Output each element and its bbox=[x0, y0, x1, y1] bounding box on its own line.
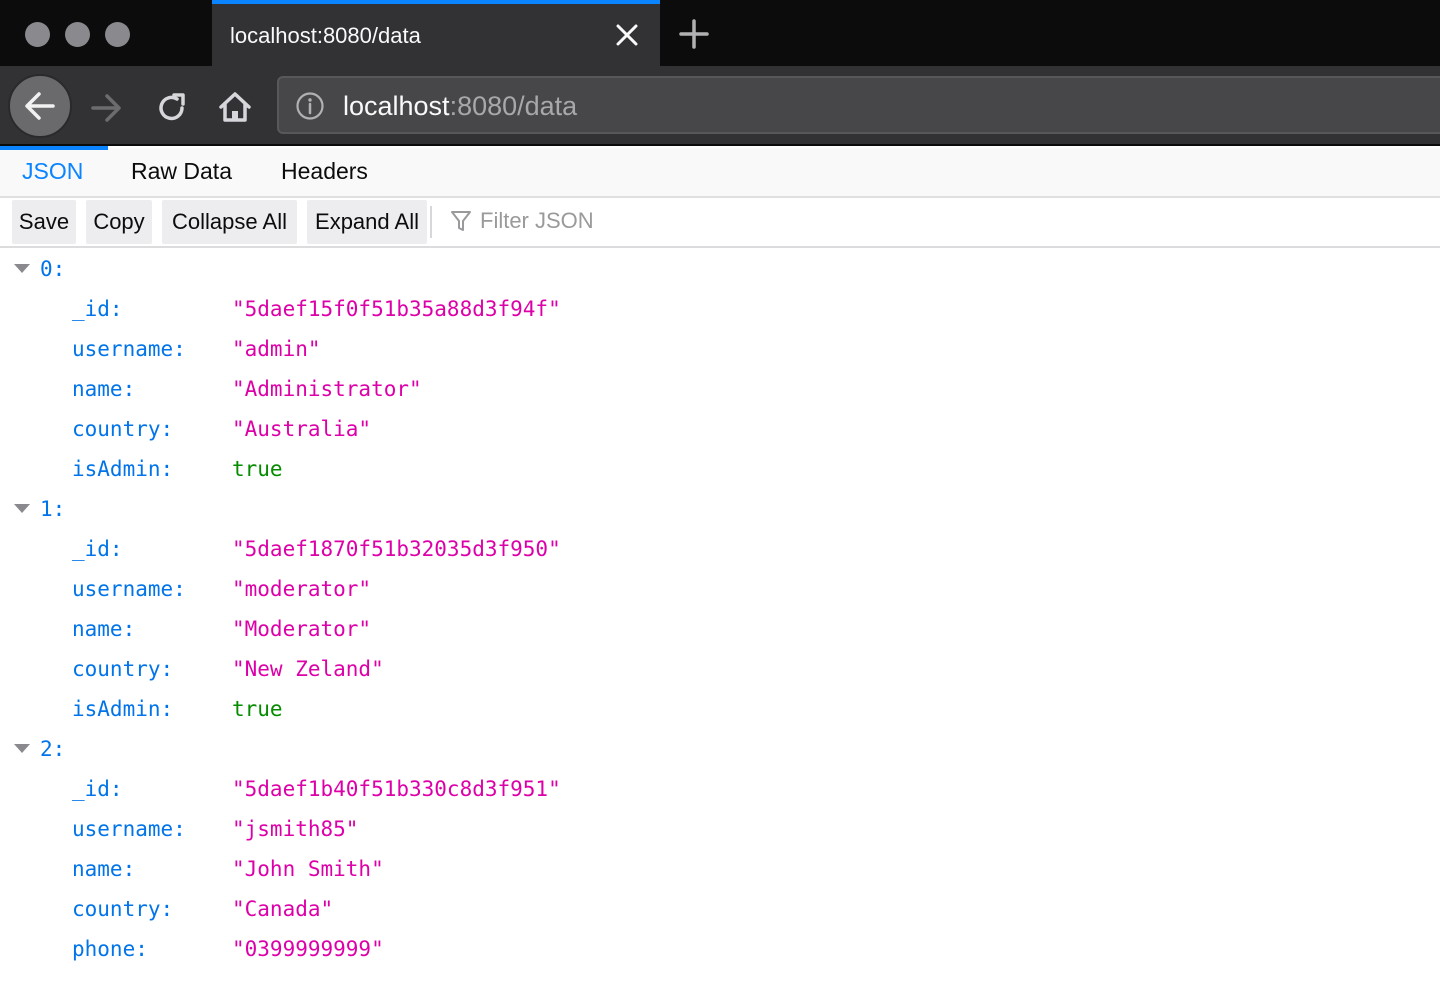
copy-button[interactable]: Copy bbox=[86, 200, 152, 244]
json-field-row: username: "moderator" bbox=[0, 568, 1440, 608]
json-field-row: _id: "5daef1870f51b32035d3f950" bbox=[0, 528, 1440, 568]
tab-title: localhost:8080/data bbox=[230, 23, 421, 48]
field-value: "admin" bbox=[232, 337, 321, 361]
json-field-row: isAdmin: true bbox=[0, 688, 1440, 728]
new-tab-icon[interactable] bbox=[678, 18, 710, 50]
save-button[interactable]: Save bbox=[12, 200, 76, 244]
tab-headers[interactable]: Headers bbox=[281, 148, 368, 196]
collapse-all-button[interactable]: Collapse All bbox=[162, 200, 297, 244]
json-field-row: _id: "5daef15f0f51b35a88d3f94f" bbox=[0, 288, 1440, 328]
json-field-row: _id: "5daef1b40f51b330c8d3f951" bbox=[0, 768, 1440, 808]
expand-toggle-icon[interactable] bbox=[14, 264, 30, 273]
field-key: _id: bbox=[72, 777, 123, 801]
field-value: "Canada" bbox=[232, 897, 334, 921]
json-field-row: username: "jsmith85" bbox=[0, 808, 1440, 848]
tab-json[interactable]: JSON bbox=[22, 148, 83, 196]
arrow-right-icon bbox=[91, 94, 121, 122]
object-index: 1: bbox=[40, 497, 66, 521]
field-key: username: bbox=[72, 577, 186, 601]
navigation-bar: localhost:8080/data bbox=[0, 66, 1440, 146]
close-window-button[interactable] bbox=[25, 22, 50, 47]
object-index: 0: bbox=[40, 257, 66, 281]
window-controls bbox=[25, 22, 130, 47]
field-key: name: bbox=[72, 857, 136, 881]
expand-toggle-icon[interactable] bbox=[14, 504, 30, 513]
field-value: "5daef1870f51b32035d3f950" bbox=[232, 537, 561, 561]
url-text[interactable]: localhost:8080/data bbox=[343, 91, 577, 122]
field-key: country: bbox=[72, 657, 174, 681]
field-value: "moderator" bbox=[232, 577, 372, 601]
forward-button[interactable] bbox=[86, 88, 126, 128]
json-field-row: country: "New Zeland" bbox=[0, 648, 1440, 688]
field-key: _id: bbox=[72, 297, 123, 321]
field-key: name: bbox=[72, 377, 136, 401]
arrow-left-icon bbox=[25, 92, 55, 120]
json-field-row: name: "Administrator" bbox=[0, 368, 1440, 408]
field-value: "0399999999" bbox=[232, 937, 384, 961]
json-field-row: name: "Moderator" bbox=[0, 608, 1440, 648]
json-field-row: country: "Australia" bbox=[0, 408, 1440, 448]
field-key: username: bbox=[72, 817, 186, 841]
field-value: "John Smith" bbox=[232, 857, 384, 881]
expand-toggle-icon[interactable] bbox=[14, 744, 30, 753]
home-icon bbox=[219, 92, 251, 122]
url-bar[interactable]: localhost:8080/data bbox=[277, 76, 1440, 134]
close-tab-icon[interactable] bbox=[614, 22, 640, 48]
filter-icon bbox=[451, 211, 471, 231]
field-key: _id: bbox=[72, 537, 123, 561]
json-field-row: isAdmin: true bbox=[0, 448, 1440, 488]
object-index: 2: bbox=[40, 737, 66, 761]
url-path: :8080/data bbox=[449, 91, 578, 121]
field-value: true bbox=[232, 457, 283, 481]
filter-box bbox=[450, 208, 880, 234]
maximize-window-button[interactable] bbox=[105, 22, 130, 47]
info-icon[interactable] bbox=[295, 91, 325, 121]
json-tree: 0: _id: "5daef15f0f51b35a88d3f94f" userna… bbox=[0, 248, 1440, 968]
json-field-row: name: "John Smith" bbox=[0, 848, 1440, 888]
field-value: "5daef15f0f51b35a88d3f94f" bbox=[232, 297, 561, 321]
json-toolbar: Save Copy Collapse All Expand All bbox=[0, 198, 1440, 248]
field-value: "jsmith85" bbox=[232, 817, 359, 841]
browser-tab-active[interactable]: localhost:8080/data bbox=[212, 0, 660, 66]
field-value: "Moderator" bbox=[232, 617, 372, 641]
field-key: isAdmin: bbox=[72, 457, 174, 481]
field-key: country: bbox=[72, 897, 174, 921]
field-key: country: bbox=[72, 417, 174, 441]
tab-strip: localhost:8080/data bbox=[0, 0, 1440, 66]
filter-json-input[interactable] bbox=[480, 208, 880, 234]
field-key: isAdmin: bbox=[72, 697, 174, 721]
json-field-row: username: "admin" bbox=[0, 328, 1440, 368]
expand-all-button[interactable]: Expand All bbox=[307, 200, 427, 244]
json-field-row: phone: "0399999999" bbox=[0, 928, 1440, 968]
field-value: "Australia" bbox=[232, 417, 372, 441]
field-value: "5daef1b40f51b330c8d3f951" bbox=[232, 777, 561, 801]
viewer-tabs: JSON Raw Data Headers bbox=[0, 146, 1440, 198]
json-field-row: country: "Canada" bbox=[0, 888, 1440, 928]
field-value: true bbox=[232, 697, 283, 721]
field-key: name: bbox=[72, 617, 136, 641]
field-key: username: bbox=[72, 337, 186, 361]
url-host: localhost bbox=[343, 91, 450, 121]
field-value: "Administrator" bbox=[232, 377, 422, 401]
minimize-window-button[interactable] bbox=[65, 22, 90, 47]
tab-raw-data[interactable]: Raw Data bbox=[131, 148, 232, 196]
toolbar-divider bbox=[430, 206, 432, 238]
home-button[interactable] bbox=[214, 86, 256, 128]
back-button[interactable] bbox=[8, 74, 72, 138]
field-key: phone: bbox=[72, 937, 148, 961]
reload-icon bbox=[159, 93, 185, 121]
json-object-row[interactable]: 2: bbox=[0, 728, 1440, 768]
reload-button[interactable] bbox=[152, 88, 192, 128]
json-object-row[interactable]: 1: bbox=[0, 488, 1440, 528]
json-object-row[interactable]: 0: bbox=[0, 248, 1440, 288]
field-value: "New Zeland" bbox=[232, 657, 384, 681]
